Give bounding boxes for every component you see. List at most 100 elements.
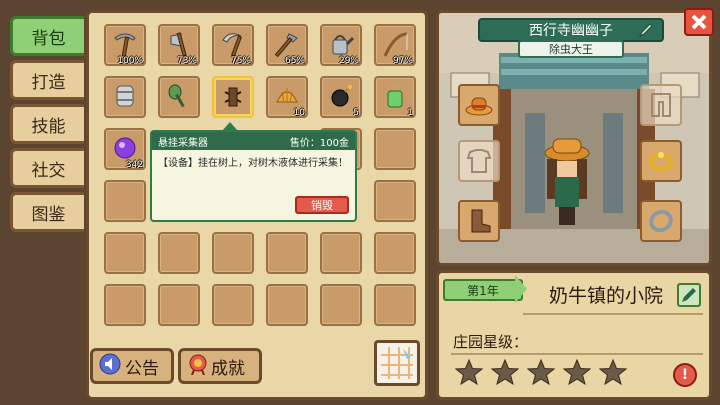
inventory-slot[interactable]: 97% [374,24,416,66]
inventory-slot[interactable] [104,76,146,118]
tooltip-item-name: 悬挂采集器 [158,137,208,149]
year-badge-arrow [515,275,527,303]
medal-icon [187,353,209,380]
inventory-slot[interactable]: 65% [266,24,308,66]
character-title: 除虫大王 [518,40,624,58]
tab-collection[interactable]: 图鉴 [10,192,84,232]
shell-icon [273,82,301,110]
tab-crafting-label: 打造 [31,72,66,93]
inventory-slot[interactable]: 1 [374,76,416,118]
organize-button[interactable] [374,340,420,386]
inventory-slot[interactable]: 29% [320,24,362,66]
edit-farm-name-button[interactable] [677,283,701,307]
slot-count: 5 [353,108,359,118]
inventory-slot[interactable] [212,232,254,274]
inventory-slot-selected[interactable] [212,76,254,118]
item-tooltip: 悬挂采集器 售价：100金 【设备】挂在树上，对树木液体进行采集！ 销毁 [150,130,357,222]
inventory-slot[interactable] [158,284,200,326]
tooltip-price: 售价：100金 [289,137,349,149]
inventory-slot[interactable]: 73% [158,24,200,66]
tab-skills-label: 技能 [31,116,66,137]
achievement-button[interactable]: 成就 [178,348,262,384]
inventory-slot[interactable] [212,284,254,326]
slot-durability: 75% [230,56,251,66]
star-empty-icon [527,359,555,385]
equip-slot-ring-1[interactable] [640,140,682,182]
tree-tapper-icon [219,82,247,110]
inventory-slot[interactable] [158,76,200,118]
notice-button[interactable]: 公告 [90,348,174,384]
hat-icon [465,97,493,116]
tab-collection-label: 图鉴 [31,204,66,225]
slot-count: 1 [407,108,413,118]
info-alert-icon[interactable]: ! [673,363,697,387]
potion-icon [381,82,409,110]
inventory-slot[interactable] [320,232,362,274]
inventory-slot[interactable] [374,180,416,222]
tooltip-header: 悬挂采集器 售价：100金 [152,132,355,150]
inventory-slot[interactable] [104,232,146,274]
tab-crafting[interactable]: 打造 [10,60,84,100]
equip-slot-boots[interactable] [458,200,500,242]
inventory-slot[interactable] [374,284,416,326]
farm-name: 奶牛镇的小院 [548,284,663,307]
inventory-slot[interactable] [104,180,146,222]
year-label: 第1年 [467,283,499,298]
tooltip-description: 【设备】挂在树上，对树木液体进行采集！ [158,158,348,169]
speaker-icon [99,353,121,380]
slot-durability: 97% [392,56,413,66]
tab-social[interactable]: 社交 [10,148,84,188]
inventory-slot[interactable] [104,284,146,326]
purple-orb-icon [111,134,139,162]
equip-slot-pants[interactable] [640,84,682,126]
star-empty-icon [563,359,591,385]
tab-backpack-label: 背包 [31,28,66,49]
tab-social-label: 社交 [31,160,66,181]
tab-backpack[interactable]: 背包 [10,16,84,56]
slot-durability: 65% [284,56,305,66]
close-icon [691,14,707,30]
inventory-slot[interactable]: 10 [266,76,308,118]
edit-name-icon[interactable] [638,22,654,42]
divider [523,313,703,315]
boots-icon [471,209,491,233]
farm-info-panel: 第1年 奶牛镇的小院 庄园星级： ! [436,270,712,400]
tab-skills[interactable]: 技能 [10,104,84,144]
game-ui-root: 背包 打造 技能 社交 图鉴 100% 73% 75% 65% 29% 97% … [0,0,720,405]
pencil-icon [682,288,696,302]
character-name: 西行寺幽幽子 [529,23,613,39]
bomb-icon [327,82,355,110]
inventory-slot[interactable] [320,284,362,326]
inventory-slot[interactable] [158,232,200,274]
equip-slot-hat[interactable] [458,84,500,126]
equip-slot-shirt[interactable] [458,140,500,182]
inventory-slot[interactable] [374,232,416,274]
farm-rating-label: 庄园星级： [453,333,529,351]
shirt-icon [466,149,492,173]
inventory-slot[interactable]: 75% [212,24,254,66]
inventory-slot[interactable] [374,128,416,170]
grid-icon [381,347,413,379]
equip-slot-ring-2[interactable] [640,200,682,242]
inventory-slot[interactable]: 100% [104,24,146,66]
star-empty-icon [455,359,483,385]
pickaxe-icon [111,30,139,58]
inventory-slot[interactable] [266,284,308,326]
slot-durability: 29% [338,56,359,66]
slot-count: 10 [293,108,305,118]
inventory-slot[interactable] [266,232,308,274]
farm-star-rating [455,359,627,385]
axe-icon [165,30,193,58]
hoe-icon [273,30,301,58]
silver-ring-icon [649,209,673,233]
inventory-slot[interactable]: 342 [104,128,146,170]
inventory-slot[interactable]: 5 [320,76,362,118]
destroy-button[interactable]: 销毁 [295,196,349,214]
watering-can-icon [327,30,355,58]
close-button[interactable] [684,8,714,36]
character-title-label: 除虫大王 [549,43,593,56]
shovel-icon [165,82,193,110]
gold-ring-icon [649,152,673,171]
star-empty-icon [491,359,519,385]
scythe-icon [219,30,247,58]
